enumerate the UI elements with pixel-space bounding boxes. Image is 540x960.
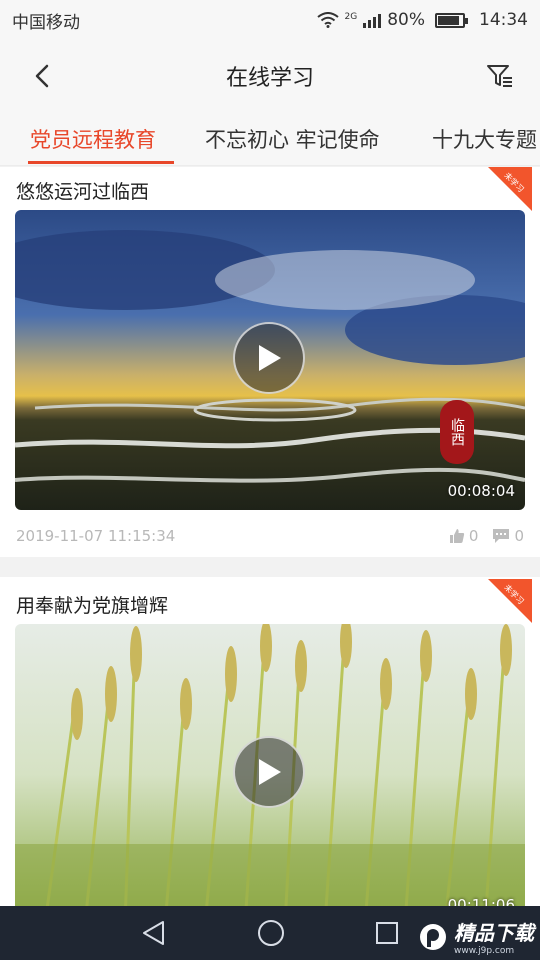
back-triangle-icon[interactable] — [141, 920, 167, 946]
recent-square-icon[interactable] — [375, 921, 399, 945]
video-card[interactable]: 悠悠运河过临西 未学习 临西 00:08:04 2019-11-07 11:15… — [0, 167, 540, 557]
system-nav-bar: 精品下载 www.j9p.com — [0, 906, 540, 960]
video-duration: 00:08:04 — [447, 482, 515, 500]
battery-icon — [435, 12, 468, 28]
video-thumbnail[interactable]: 临西 00:08:04 — [15, 210, 525, 510]
signal-icon — [363, 12, 382, 28]
watermark-text: 精品下载 — [454, 921, 534, 945]
page-title: 在线学习 — [225, 66, 314, 91]
video-thumbnail[interactable]: 00:11:06 — [15, 624, 525, 924]
filter-button[interactable] — [484, 60, 516, 92]
play-icon — [259, 759, 281, 785]
title-seal: 临西 — [440, 400, 474, 464]
video-card[interactable]: 用奉献为党旗增辉 未学习 00:11:06 — [0, 577, 540, 924]
battery-percent: 80% — [387, 10, 425, 30]
comment-button[interactable]: 0 — [492, 527, 524, 545]
play-icon — [259, 345, 281, 371]
comment-count: 0 — [514, 527, 524, 545]
like-count: 0 — [468, 527, 479, 545]
category-tabs: 党员远程教育 不忘初心 牢记使命 十九大专题 — [0, 112, 540, 166]
nav-bar: 在线学习 — [0, 40, 540, 112]
publish-date: 2019-11-07 11:15:34 — [16, 527, 176, 545]
carrier-name: 中国移动 — [12, 12, 80, 33]
back-button[interactable] — [26, 60, 58, 92]
wifi-icon — [316, 12, 339, 28]
unlearned-badge: 未学习 — [488, 167, 532, 211]
active-tab-indicator — [28, 161, 174, 164]
network-type: 2G — [344, 12, 358, 22]
video-meta: 2019-11-07 11:15:34 0 0 — [16, 527, 524, 545]
tab-party-remote-education[interactable]: 党员远程教育 — [30, 124, 156, 154]
watermark-logo-icon — [420, 923, 446, 950]
home-circle-icon[interactable] — [257, 919, 285, 947]
tab-19th-congress[interactable]: 十九大专题 — [432, 124, 537, 154]
tab-original-aspiration[interactable]: 不忘初心 牢记使命 — [205, 124, 380, 154]
chevron-left-icon — [35, 64, 49, 88]
like-button[interactable]: 0 — [449, 527, 479, 545]
thumbs-up-icon — [449, 529, 465, 543]
clock: 14:34 — [479, 10, 528, 30]
comment-icon — [493, 529, 510, 543]
play-button[interactable] — [233, 736, 305, 808]
watermark-url: www.j9p.com — [454, 946, 515, 956]
watermark: 精品下载 www.j9p.com — [418, 917, 534, 956]
play-button[interactable] — [233, 322, 305, 394]
video-title: 悠悠运河过临西 — [16, 181, 150, 203]
status-bar: 中国移动 2G 80% 14:34 — [0, 0, 540, 40]
video-title: 用奉献为党旗增辉 — [16, 595, 169, 617]
status-icons: 2G 80% 14:34 — [316, 10, 528, 30]
unlearned-badge: 未学习 — [488, 579, 532, 623]
filter-icon — [487, 65, 512, 87]
